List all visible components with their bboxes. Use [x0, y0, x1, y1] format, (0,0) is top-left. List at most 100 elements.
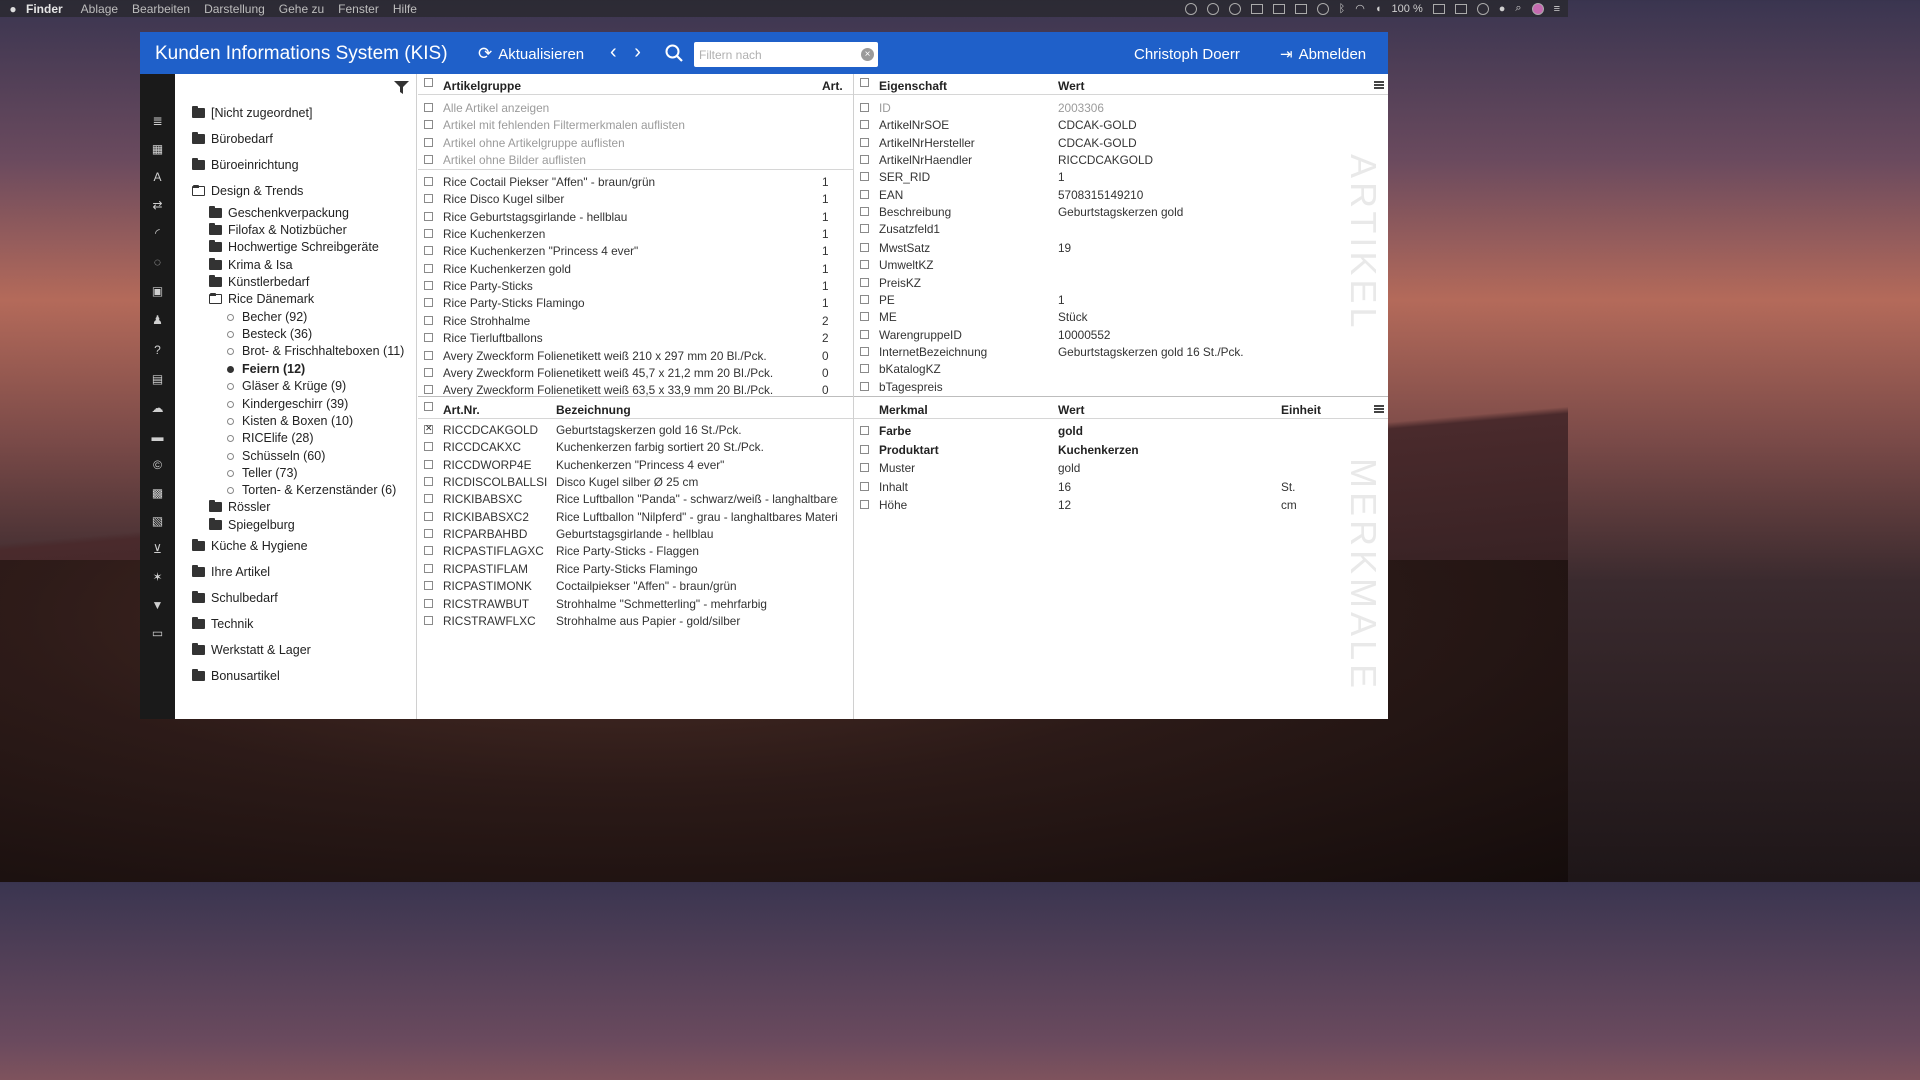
- pocket-icon[interactable]: ▼: [150, 598, 165, 612]
- filter-input[interactable]: [694, 42, 854, 67]
- property-checkbox[interactable]: [860, 189, 869, 199]
- attribute-checkbox[interactable]: [860, 481, 869, 491]
- tree-node[interactable]: Bonusartikel: [192, 669, 280, 683]
- special-filter-checkbox[interactable]: [424, 155, 433, 165]
- property-checkbox[interactable]: [860, 329, 869, 339]
- rss-icon[interactable]: ◜: [150, 226, 165, 240]
- property-checkbox[interactable]: [860, 103, 869, 112]
- artikelgruppe-checkbox[interactable]: [424, 333, 433, 343]
- notification-center-icon[interactable]: ≡: [1554, 3, 1560, 15]
- select-all-articles-checkbox[interactable]: [424, 402, 433, 411]
- apple-icon[interactable]: ●: [0, 2, 26, 16]
- display-icon[interactable]: [1294, 3, 1307, 14]
- tree-node[interactable]: Werkstatt & Lager: [192, 643, 311, 657]
- tree-leaf[interactable]: Teller (73): [227, 466, 298, 480]
- tree-node[interactable]: Rice Dänemark: [209, 292, 314, 306]
- tree-node[interactable]: Büroeinrichtung: [192, 158, 299, 172]
- property-checkbox[interactable]: [860, 312, 869, 322]
- tree-leaf[interactable]: Besteck (36): [227, 327, 312, 341]
- qrcode-icon[interactable]: ▩: [150, 486, 165, 500]
- property-checkbox[interactable]: [860, 277, 869, 287]
- select-all-properties-checkbox[interactable]: [860, 78, 869, 87]
- volume-icon[interactable]: ◖: [1375, 3, 1382, 15]
- attribute-checkbox[interactable]: [860, 444, 869, 454]
- bluetooth-icon[interactable]: ᛒ: [1339, 3, 1346, 15]
- tree-node[interactable]: Spiegelburg: [209, 518, 295, 532]
- menu-ablage[interactable]: Ablage: [81, 2, 118, 16]
- cloud-download-icon[interactable]: ☁: [150, 401, 165, 415]
- tree-leaf[interactable]: Brot- & Frischhaltebox­en (11): [227, 344, 404, 358]
- search-icon[interactable]: [665, 44, 683, 62]
- artikelgruppe-checkbox[interactable]: [424, 315, 433, 325]
- artikelgruppe-checkbox[interactable]: [424, 385, 433, 395]
- tree-leaf[interactable]: Torten- & Kerzenständer (6): [227, 483, 396, 497]
- artikelgruppe-checkbox[interactable]: [424, 281, 433, 291]
- chat-icon[interactable]: ◌: [150, 255, 165, 269]
- spotlight-icon[interactable]: ⌕: [1515, 2, 1521, 15]
- tree-leaf[interactable]: Kisten & Boxen (10): [227, 414, 353, 428]
- globe-icon[interactable]: [1228, 2, 1241, 15]
- refresh-button[interactable]: ⟳ Aktualisieren: [478, 44, 584, 64]
- compass-icon[interactable]: [1184, 2, 1197, 15]
- article-checkbox[interactable]: [424, 442, 433, 452]
- article-checkbox[interactable]: [424, 529, 433, 539]
- eject-icon[interactable]: [1476, 2, 1489, 15]
- tree-node[interactable]: Hochwertige Schreibgeräte: [209, 240, 379, 254]
- time-machine-icon[interactable]: [1316, 2, 1329, 15]
- contacts-icon[interactable]: ▣: [150, 284, 165, 298]
- grid-icon[interactable]: [1272, 3, 1285, 14]
- article-checkbox[interactable]: [424, 615, 433, 625]
- logout-button[interactable]: ⇥ Abmelden: [1280, 45, 1366, 64]
- artikelgruppe-checkbox[interactable]: [424, 229, 433, 239]
- col-bezeichnung[interactable]: Bezeichnung: [556, 403, 631, 417]
- menu-fenster[interactable]: Fenster: [338, 2, 379, 16]
- menu-gehe-zu[interactable]: Gehe zu: [279, 2, 324, 16]
- property-checkbox[interactable]: [860, 381, 869, 391]
- artikelgruppe-checkbox[interactable]: [424, 194, 433, 204]
- property-checkbox[interactable]: [860, 137, 869, 147]
- tree-node[interactable]: Technik: [192, 617, 253, 631]
- artikelgruppe-checkbox[interactable]: [424, 211, 433, 221]
- building-icon[interactable]: ▦: [150, 142, 165, 156]
- col-artikelgruppe[interactable]: Artikelgruppe: [443, 79, 521, 93]
- property-checkbox[interactable]: [860, 120, 869, 130]
- user-icon[interactable]: ●: [1499, 3, 1506, 15]
- menu-darstellung[interactable]: Darstellung: [204, 2, 265, 16]
- tree-leaf[interactable]: Kindergeschirr (39): [227, 397, 348, 411]
- article-checkbox-checked[interactable]: [424, 423, 433, 434]
- shield-icon[interactable]: [1250, 3, 1263, 14]
- tree-node[interactable]: Filofax & Notizbücher: [209, 223, 347, 237]
- tree-node[interactable]: [Nicht zugeordnet]: [192, 106, 312, 120]
- article-checkbox[interactable]: [424, 477, 433, 487]
- tree-leaf[interactable]: Gläser & Krüge (9): [227, 379, 346, 393]
- property-checkbox[interactable]: [860, 207, 869, 217]
- image-icon[interactable]: ▧: [150, 514, 165, 528]
- battery-icon[interactable]: [1432, 3, 1445, 14]
- article-checkbox[interactable]: [424, 546, 433, 556]
- accessibility-icon[interactable]: ✶: [150, 570, 165, 584]
- copyright-icon[interactable]: ©: [150, 458, 165, 472]
- column-menu-icon[interactable]: [1374, 81, 1384, 89]
- col-wert[interactable]: Wert: [1058, 79, 1084, 93]
- cloud-icon[interactable]: [1206, 2, 1219, 15]
- pdf-icon[interactable]: ▤: [150, 372, 165, 386]
- column-menu-icon[interactable]: [1374, 405, 1384, 413]
- font-icon[interactable]: A: [150, 170, 165, 184]
- transfer-icon[interactable]: ⇄: [150, 198, 165, 212]
- article-checkbox[interactable]: [424, 459, 433, 469]
- tree-node[interactable]: Geschenkverpackung: [209, 206, 349, 220]
- cart-icon[interactable]: ⊻: [150, 542, 165, 556]
- wifi-icon[interactable]: ◠: [1355, 2, 1365, 15]
- col-einheit[interactable]: Einheit: [1281, 403, 1321, 417]
- property-checkbox[interactable]: [860, 155, 869, 165]
- attribute-checkbox[interactable]: [860, 463, 869, 473]
- col-artnr[interactable]: Art.Nr.: [443, 403, 480, 417]
- property-checkbox[interactable]: [860, 294, 869, 304]
- col-art-count[interactable]: Art.: [822, 79, 843, 93]
- artikelgruppe-checkbox[interactable]: [424, 350, 433, 360]
- tree-node[interactable]: Design & Trends: [192, 184, 303, 198]
- person-icon[interactable]: ♟: [150, 313, 165, 327]
- article-checkbox[interactable]: [424, 563, 433, 573]
- property-checkbox[interactable]: [860, 260, 869, 270]
- tree-node[interactable]: Krima & Isa: [209, 258, 293, 272]
